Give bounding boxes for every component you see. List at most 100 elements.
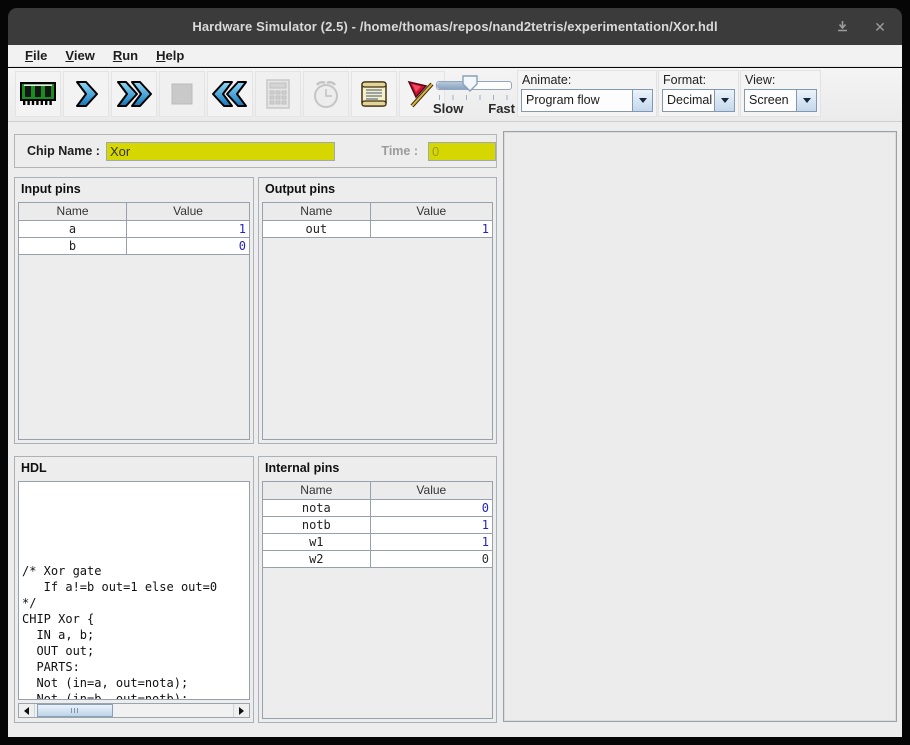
alarm-clock-icon (308, 76, 344, 112)
input-pins-table: Name Value a 1 b 0 (18, 202, 250, 440)
chevron-down-icon (721, 98, 729, 103)
triangle-right-icon (239, 707, 244, 715)
format-dropdown-button[interactable] (714, 90, 734, 111)
pin-value-cell: 0 (371, 500, 492, 516)
scroll-left-button[interactable] (19, 704, 35, 717)
table-row: w2 0 (263, 551, 492, 568)
time-input (428, 142, 496, 161)
table-header-row: Name Value (263, 482, 492, 500)
single-step-button[interactable] (63, 71, 109, 117)
table-header-row: Name Value (19, 203, 249, 221)
chip-name-label: Chip Name : (27, 144, 100, 158)
code-line: Not (in=b, out=notb); (22, 691, 246, 700)
step-forward-icon (69, 77, 103, 111)
close-icon: ✕ (874, 20, 886, 34)
script-scroll-icon (356, 76, 392, 112)
scrollbar-track[interactable] (35, 704, 233, 717)
code-line: OUT out; (22, 643, 246, 659)
pin-name-cell: a (19, 221, 127, 237)
hdl-code-view[interactable]: /* Xor gate If a!=b out=1 else out=0*/CH… (18, 481, 250, 700)
column-header-value: Value (371, 482, 492, 499)
view-dropdown-button[interactable] (796, 90, 816, 111)
slider-slow-label: Slow (433, 101, 463, 116)
table-row: w1 1 (263, 534, 492, 551)
column-header-value: Value (371, 203, 492, 220)
window-title: Hardware Simulator (2.5) - /home/thomas/… (192, 19, 717, 34)
minimize-button[interactable] (834, 19, 850, 35)
column-header-value: Value (127, 203, 249, 220)
table-row: nota 0 (263, 500, 492, 517)
screen-view-panel (503, 131, 897, 722)
table-row: a 1 (19, 221, 249, 238)
input-pins-panel: Input pins Name Value a 1 b 0 (14, 177, 254, 444)
internal-pins-table: Name Value nota 0 notb 1 w1 (262, 481, 493, 719)
clock-button (303, 71, 349, 117)
hdl-horizontal-scrollbar[interactable] (18, 703, 250, 718)
pin-value-cell: 1 (371, 221, 492, 237)
column-header-name: Name (19, 203, 127, 220)
menu-help[interactable]: Help (147, 46, 193, 65)
animate-selected-value: Program flow (522, 90, 632, 111)
code-line: PARTS: (22, 659, 246, 675)
stop-button (159, 71, 205, 117)
minimize-icon (836, 20, 849, 33)
load-chip-button[interactable] (15, 71, 61, 117)
menu-view[interactable]: View (56, 46, 103, 65)
scroll-right-button[interactable] (233, 704, 249, 717)
chip-name-input[interactable] (106, 142, 335, 161)
pin-name-cell: notb (263, 517, 371, 533)
animate-label: Animate: (522, 73, 653, 87)
fast-forward-icon (113, 77, 155, 111)
pin-value-cell[interactable]: 1 (127, 221, 249, 237)
internal-pins-panel: Internal pins Name Value nota 0 notb 1 (258, 456, 497, 723)
pin-name-cell: out (263, 221, 371, 237)
animate-select[interactable]: Program flow (521, 89, 653, 112)
run-button[interactable] (111, 71, 157, 117)
view-select[interactable]: Screen (744, 89, 817, 112)
menu-file[interactable]: File (16, 46, 56, 65)
menu-run[interactable]: Run (104, 46, 147, 65)
slider-thumb[interactable] (462, 75, 478, 92)
slider-ticks (439, 95, 509, 100)
input-pins-title: Input pins (15, 178, 253, 199)
stop-icon (165, 77, 199, 111)
table-row: b 0 (19, 238, 249, 255)
memory-chip-icon (18, 78, 58, 110)
speed-slider[interactable]: Slow Fast (433, 73, 515, 117)
view-script-button[interactable] (351, 71, 397, 117)
hdl-title: HDL (15, 457, 253, 478)
code-line: */ (22, 595, 246, 611)
pin-value-cell: 1 (371, 534, 492, 550)
chip-name-bar: Chip Name : Time : (14, 134, 497, 168)
column-header-name: Name (263, 203, 371, 220)
rewind-icon (209, 77, 251, 111)
animate-dropdown-button[interactable] (632, 90, 652, 111)
output-pins-title: Output pins (259, 178, 496, 199)
grip-icon (71, 708, 79, 713)
titlebar: Hardware Simulator (2.5) - /home/thomas/… (8, 8, 902, 45)
code-line: If a!=b out=1 else out=0 (22, 579, 246, 595)
close-button[interactable]: ✕ (872, 19, 888, 35)
pin-value-cell: 0 (371, 551, 492, 567)
format-group: Format: Decimal (658, 70, 739, 117)
hdl-panel: HDL /* Xor gate If a!=b out=1 else out=0… (14, 456, 254, 723)
code-line: /* Xor gate (22, 563, 246, 579)
calculator-icon (260, 76, 296, 112)
reset-button[interactable] (207, 71, 253, 117)
internal-pins-title: Internal pins (259, 457, 496, 478)
time-label: Time : (381, 144, 418, 158)
code-line: Not (in=a, out=nota); (22, 675, 246, 691)
pin-name-cell: b (19, 238, 127, 254)
format-selected-value: Decimal (663, 90, 714, 111)
output-pins-panel: Output pins Name Value out 1 (258, 177, 497, 444)
code-line: IN a, b; (22, 627, 246, 643)
slider-fast-label: Fast (488, 101, 515, 116)
pin-value-cell[interactable]: 0 (127, 238, 249, 254)
view-selected-value: Screen (745, 90, 796, 111)
view-label: View: (745, 73, 817, 87)
view-group: View: Screen (740, 70, 821, 117)
chevron-down-icon (639, 98, 647, 103)
format-select[interactable]: Decimal (662, 89, 735, 112)
output-pins-table: Name Value out 1 (262, 202, 493, 440)
scrollbar-thumb[interactable] (37, 704, 113, 717)
